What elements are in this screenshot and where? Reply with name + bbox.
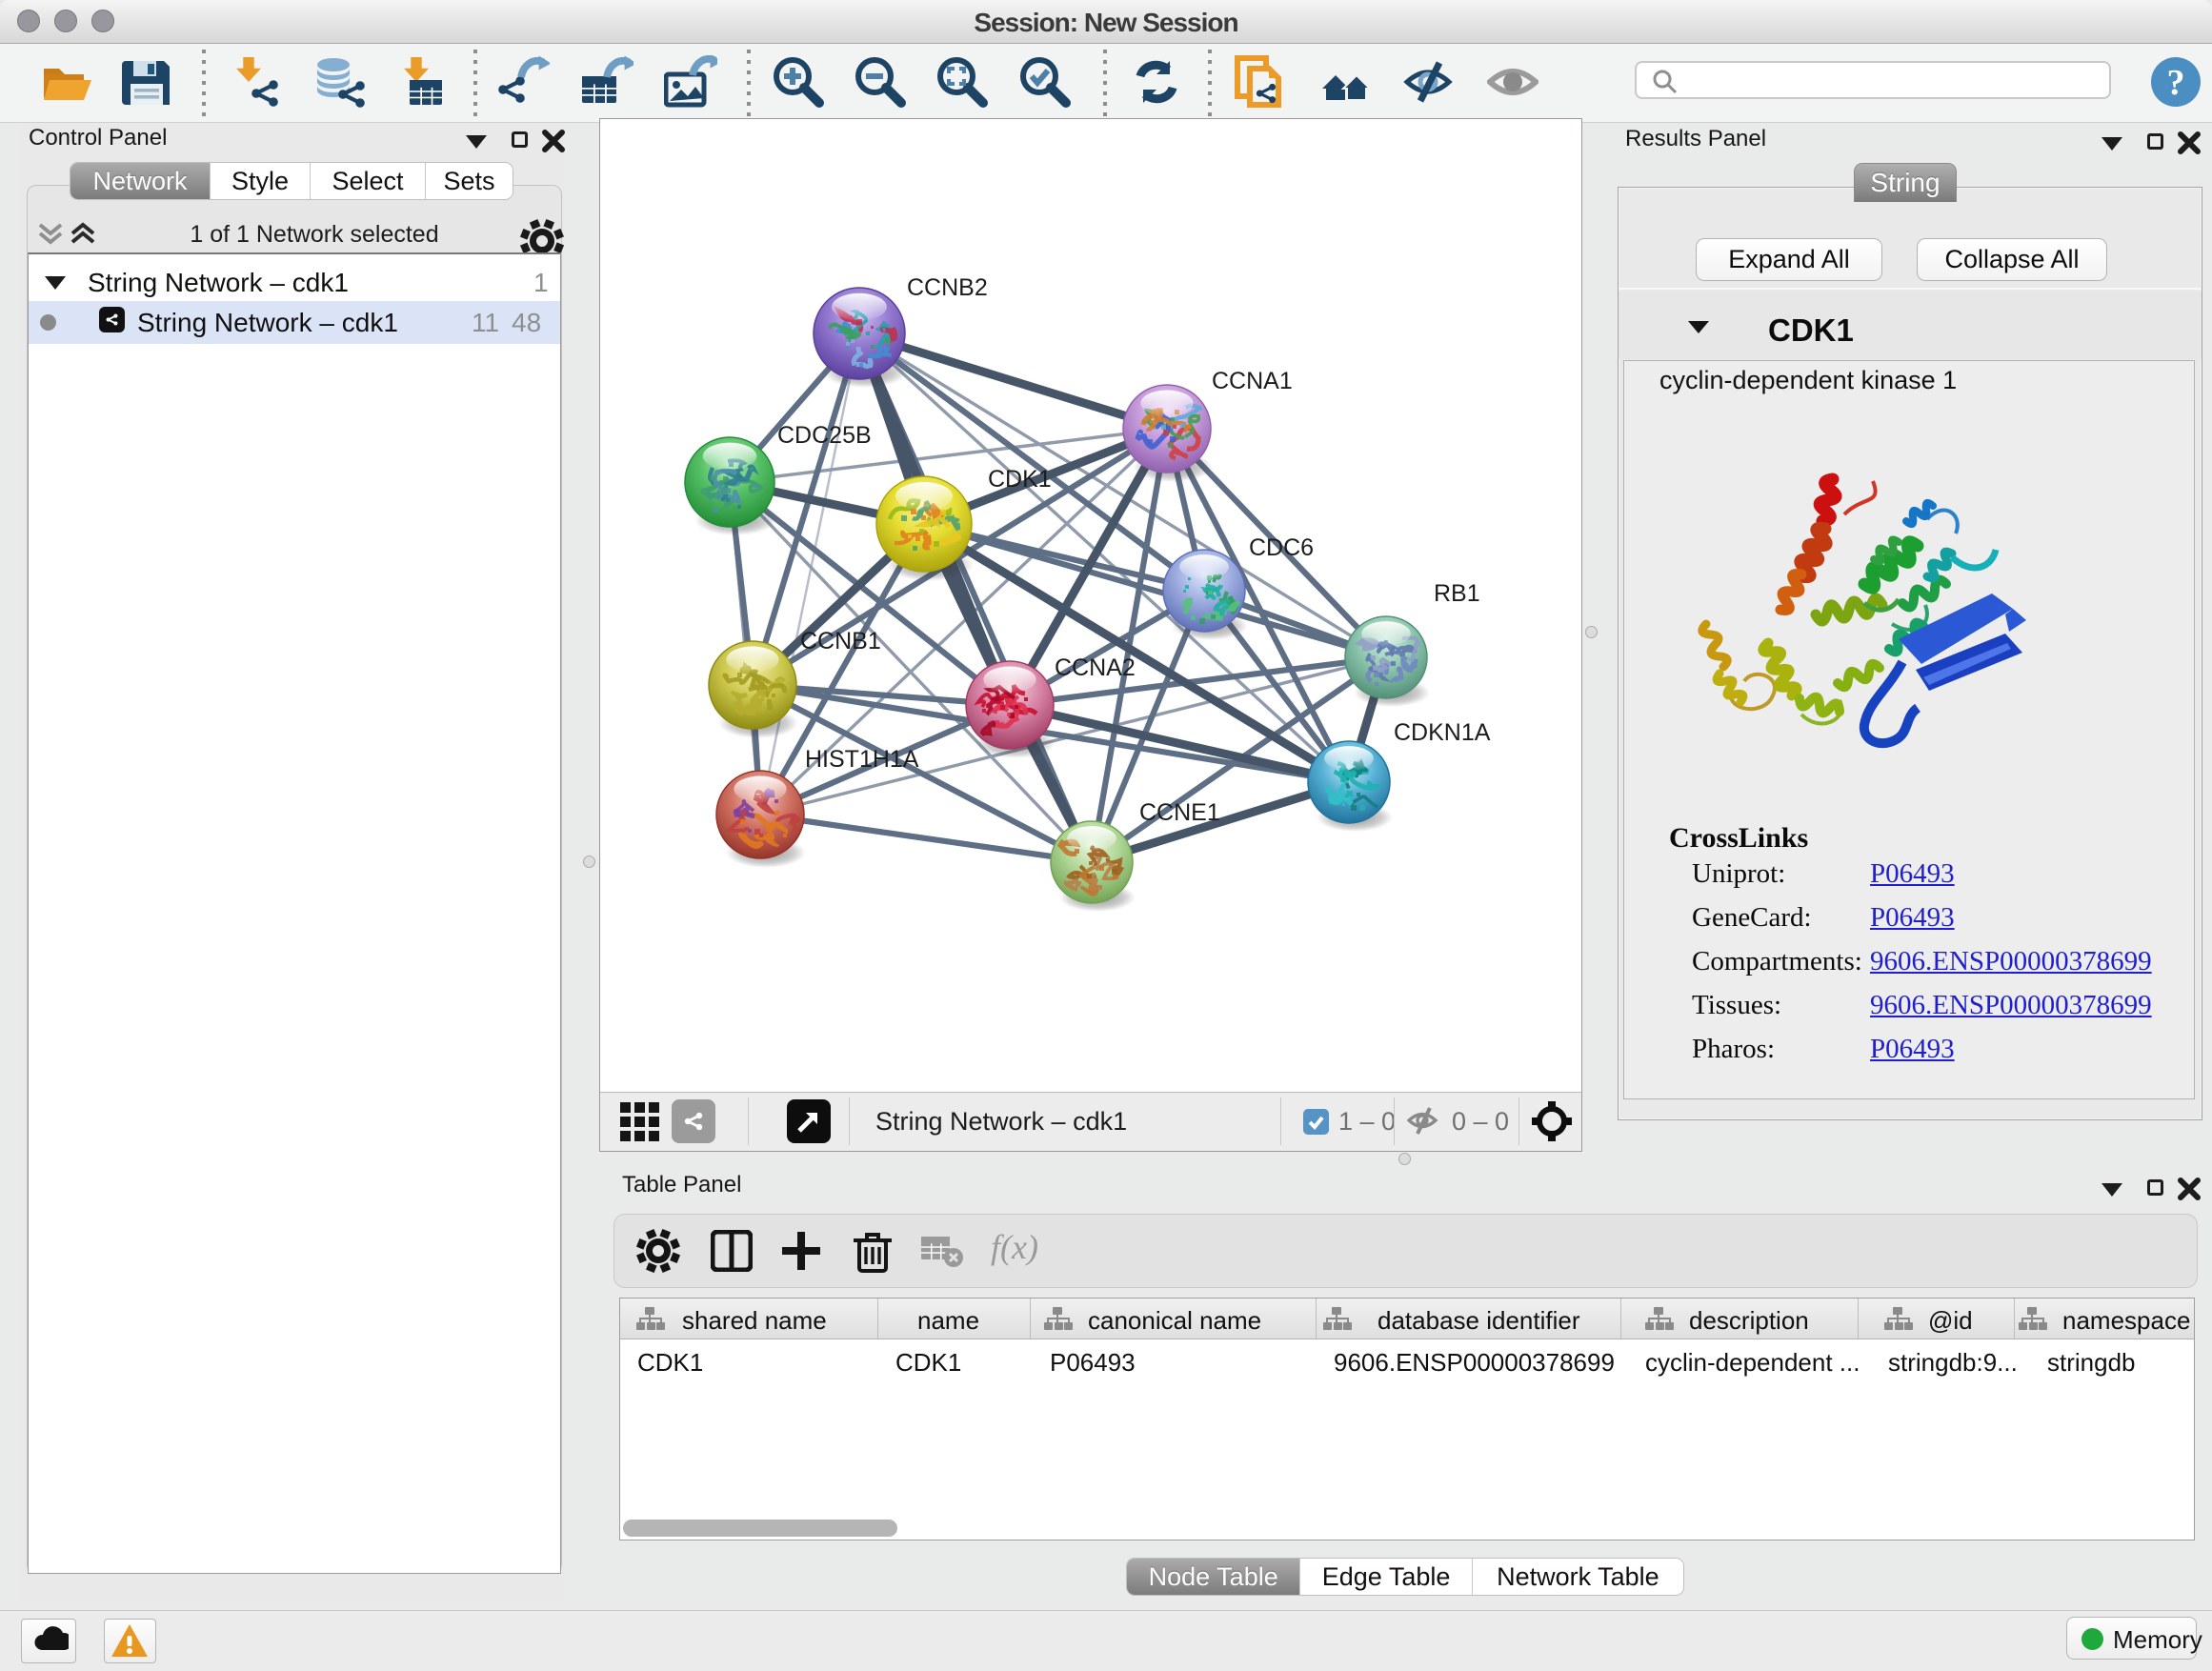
svg-text:CDC6: CDC6 (1249, 534, 1314, 561)
svg-text:HIST1H1A: HIST1H1A (805, 746, 919, 773)
svg-text:CDK1: CDK1 (988, 466, 1052, 493)
svg-text:CCNE1: CCNE1 (1139, 799, 1220, 826)
svg-text:?: ? (2167, 63, 2185, 103)
svg-text:CCNB1: CCNB1 (800, 628, 881, 654)
svg-text:CCNB2: CCNB2 (907, 274, 988, 301)
svg-text:RB1: RB1 (1434, 580, 1480, 607)
svg-text:CCNA2: CCNA2 (1055, 654, 1136, 681)
svg-text:CDKN1A: CDKN1A (1394, 719, 1491, 746)
svg-text:CCNA1: CCNA1 (1212, 368, 1293, 394)
svg-text:CDC25B: CDC25B (777, 422, 872, 449)
